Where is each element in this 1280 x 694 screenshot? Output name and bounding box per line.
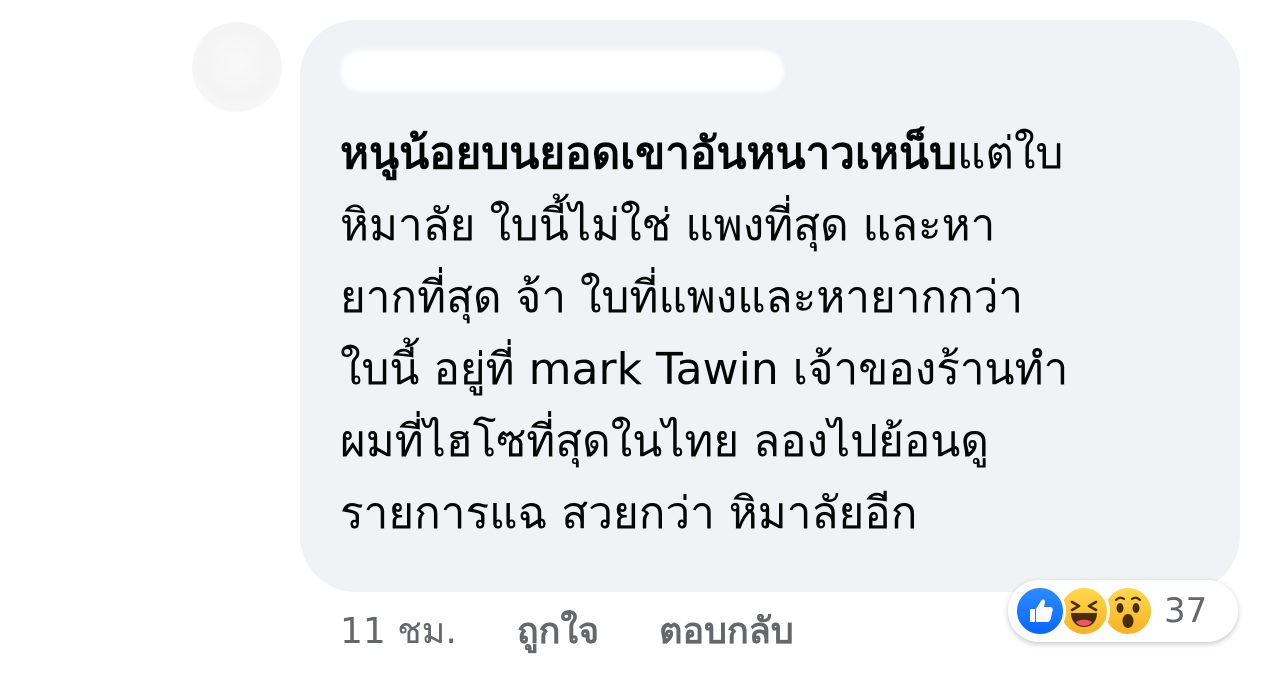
comment-text-bold: หนูน้อยบนยอดเขาอันหนาวเหน็บ [340,128,958,179]
comment-text-rest: แต่ใบ หิมาลัย ใบนี้ไม่ใช่ แพงที่สุด และห… [340,128,1069,539]
comment-actions: 11 ชม. ถูกใจ ตอบกลับ [340,600,794,660]
comment-timestamp[interactable]: 11 ชม. [340,602,457,659]
avatar[interactable] [192,22,282,112]
reply-button[interactable]: ตอบกลับ [659,602,794,659]
like-button[interactable]: ถูกใจ [517,602,599,659]
comment-text: หนูน้อยบนยอดเขาอันหนาวเหน็บแต่ใบ หิมาลัย… [340,118,1220,550]
commenter-name-redacted[interactable] [340,50,784,92]
reaction-count: 37 [1164,591,1208,631]
comment-container: หนูน้อยบนยอดเขาอันหนาวเหน็บแต่ใบ หิมาลัย… [0,0,1280,694]
like-icon [1014,585,1066,637]
reactions-summary[interactable]: 37 [1008,580,1238,642]
